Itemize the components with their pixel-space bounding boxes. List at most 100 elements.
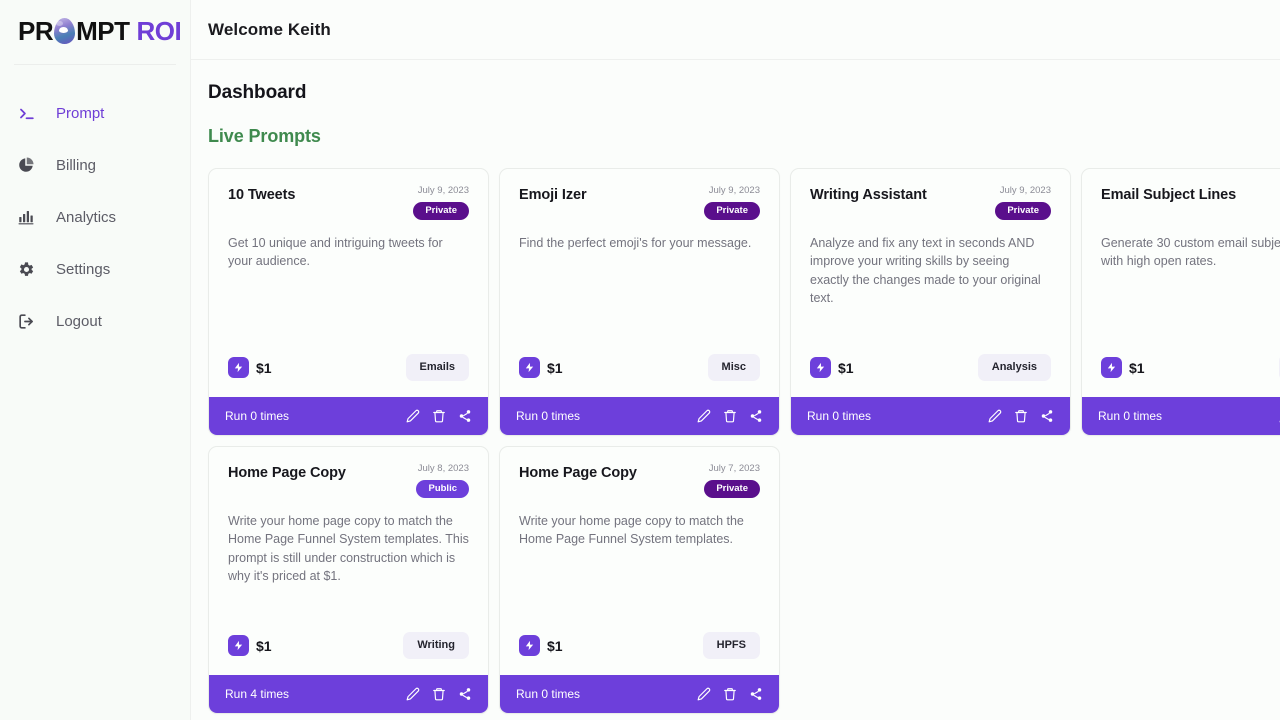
trash-icon[interactable] <box>722 409 737 424</box>
bar-chart-icon <box>16 207 36 227</box>
prompt-card-price: $1 <box>519 635 563 656</box>
logo-text-roi: ROI <box>136 15 182 46</box>
section-title-live-prompts: Live Prompts <box>208 126 321 146</box>
prompt-card-footer: Run 0 times <box>791 397 1070 435</box>
prompt-card-price: $1 <box>1101 357 1145 378</box>
lightning-bolt-icon <box>228 635 249 656</box>
prompt-card-bottom: $1 Analysis <box>810 354 1051 397</box>
prompt-card[interactable]: Home Page Copy July 7, 2023 Private Writ… <box>499 446 780 714</box>
prompt-card-bottom: $1 HPFS <box>519 632 760 675</box>
run-count: Run 0 times <box>516 409 581 423</box>
prompt-card-title: Email Subject Lines <box>1101 187 1237 203</box>
prompt-card[interactable]: Writing Assistant July 9, 2023 Private A… <box>790 168 1071 436</box>
lightning-bolt-icon <box>1101 357 1122 378</box>
prompt-card-bottom: $1 Emails <box>228 354 469 397</box>
prompt-card-date: July 9, 2023 <box>708 185 760 196</box>
logo-text-mpt: MPT <box>76 15 130 46</box>
sidebar-item-label: Settings <box>56 260 111 278</box>
prompt-card[interactable]: Emoji Izer July 9, 2023 Private Find the… <box>499 168 780 436</box>
share-icon[interactable] <box>457 409 472 424</box>
prompt-card-header: Email Subject Lines July 9, 2023 Private <box>1101 185 1280 220</box>
dashboard-content: Dashboard Live Prompts 10 Tweets July 9,… <box>191 60 1280 720</box>
category-tag[interactable]: HPFS <box>702 632 760 659</box>
share-icon[interactable] <box>748 687 763 702</box>
run-count: Run 4 times <box>225 687 290 701</box>
prompt-card-description: Write your home page copy to match the H… <box>519 513 744 547</box>
visibility-badge: Private <box>704 480 760 498</box>
prompt-card-title: Emoji Izer <box>519 187 587 203</box>
run-count: Run 0 times <box>516 687 581 701</box>
lightning-bolt-icon <box>810 357 831 378</box>
topbar: Welcome Keith <box>191 0 1280 60</box>
trash-icon[interactable] <box>431 409 446 424</box>
sidebar-nav: Prompt Billing Analytics Settings Logout <box>0 87 190 347</box>
visibility-badge: Private <box>995 202 1051 220</box>
sidebar-item-analytics[interactable]: Analytics <box>0 191 190 243</box>
prompt-card-date: July 7, 2023 <box>708 463 760 474</box>
sidebar-item-prompt[interactable]: Prompt <box>0 87 190 139</box>
prompt-card[interactable]: Home Page Copy July 8, 2023 Public Write… <box>208 446 489 714</box>
prompt-card-title: Home Page Copy <box>519 465 637 481</box>
category-tag[interactable]: Misc <box>707 354 760 381</box>
trash-icon[interactable] <box>1013 409 1028 424</box>
price-value: $1 <box>547 637 563 654</box>
category-tag[interactable]: Emails <box>405 354 469 381</box>
trash-icon[interactable] <box>431 687 446 702</box>
pencil-icon[interactable] <box>696 687 711 702</box>
card-actions <box>696 687 763 702</box>
pencil-icon[interactable] <box>405 687 420 702</box>
page-title: Dashboard <box>208 82 307 103</box>
sidebar-item-logout[interactable]: Logout <box>0 295 190 347</box>
egg-logo-icon <box>54 17 76 44</box>
prompt-card-title: Home Page Copy <box>228 465 346 481</box>
prompt-card-description: Generate 30 custom email subject lines w… <box>1101 235 1280 269</box>
prompt-card-description: Find the perfect emoji's for your messag… <box>519 235 752 250</box>
share-icon[interactable] <box>1039 409 1054 424</box>
pencil-icon[interactable] <box>405 409 420 424</box>
sidebar-item-label: Prompt <box>56 104 105 122</box>
prompt-card-price: $1 <box>519 357 563 378</box>
prompt-card-body: Emoji Izer July 9, 2023 Private Find the… <box>500 169 779 397</box>
run-count: Run 0 times <box>807 409 872 423</box>
run-count: Run 0 times <box>225 409 290 423</box>
prompt-card-footer: Run 0 times <box>500 397 779 435</box>
category-tag[interactable]: Analysis <box>977 354 1051 381</box>
prompt-card-date: July 8, 2023 <box>417 463 469 474</box>
prompt-card-header: Emoji Izer July 9, 2023 Private <box>519 185 760 220</box>
prompt-card-header: Home Page Copy July 7, 2023 Private <box>519 463 760 498</box>
sidebar-divider <box>14 64 176 65</box>
trash-icon[interactable] <box>722 687 737 702</box>
visibility-badge: Private <box>413 202 469 220</box>
price-value: $1 <box>256 359 272 376</box>
price-value: $1 <box>256 637 272 654</box>
prompt-card-header: Home Page Copy July 8, 2023 Public <box>228 463 469 498</box>
pie-chart-icon <box>16 155 36 175</box>
run-count: Run 0 times <box>1098 409 1163 423</box>
prompt-card[interactable]: 10 Tweets July 9, 2023 Private Get 10 un… <box>208 168 489 436</box>
pencil-icon[interactable] <box>987 409 1002 424</box>
sidebar-item-settings[interactable]: Settings <box>0 243 190 295</box>
lightning-bolt-icon <box>228 357 249 378</box>
prompt-card-price: $1 <box>228 357 272 378</box>
prompt-card-meta: July 8, 2023 Public <box>416 463 469 498</box>
prompt-card-description: Get 10 unique and intriguing tweets for … <box>228 235 443 269</box>
gear-icon <box>16 259 36 279</box>
prompt-card[interactable]: Email Subject Lines July 9, 2023 Private… <box>1081 168 1280 436</box>
prompt-card-price: $1 <box>228 635 272 656</box>
lightning-bolt-icon <box>519 357 540 378</box>
logo[interactable]: PR MPT ROI <box>0 0 190 60</box>
app-root: PR MPT ROI Prompt Billing Analytics Sett… <box>0 0 1280 720</box>
pencil-icon[interactable] <box>696 409 711 424</box>
prompt-card-grid: 10 Tweets July 9, 2023 Private Get 10 un… <box>208 168 1280 714</box>
prompt-card-price: $1 <box>810 357 854 378</box>
category-tag[interactable]: Writing <box>403 632 469 659</box>
share-icon[interactable] <box>748 409 763 424</box>
prompt-card-footer: Run 4 times <box>209 675 488 713</box>
share-icon[interactable] <box>457 687 472 702</box>
price-value: $1 <box>1129 359 1145 376</box>
logout-arrow-icon <box>16 311 36 331</box>
sidebar-item-billing[interactable]: Billing <box>0 139 190 191</box>
prompt-card-bottom: $1 Misc <box>519 354 760 397</box>
prompt-card-footer: Run 0 times <box>1082 397 1280 435</box>
price-value: $1 <box>547 359 563 376</box>
